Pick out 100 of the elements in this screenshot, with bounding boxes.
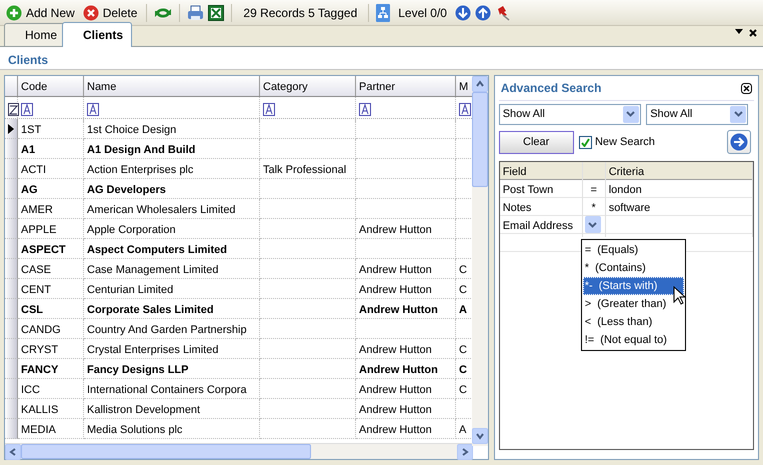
table-cell: Email Address <box>500 216 583 237</box>
table-cell: ASPECT <box>18 239 84 259</box>
table-cell: london <box>608 184 642 196</box>
filter-cell[interactable] <box>84 97 260 122</box>
table-cell: = <box>590 184 597 196</box>
table-cell: Andrew Hutton <box>356 399 456 419</box>
chevron-down-icon <box>626 111 636 118</box>
table-cell: Andrew Hutton <box>356 279 456 299</box>
table-cell: Apple Corporation <box>84 219 260 239</box>
panel-title: Advanced Search <box>500 80 602 97</box>
table-cell: CENT <box>18 279 84 299</box>
chevron-up-icon <box>476 80 484 88</box>
plus-icon <box>6 4 22 20</box>
table-cell: Andrew Hutton <box>356 339 456 359</box>
table-cell: * <box>592 202 596 214</box>
printer-icon[interactable] <box>187 4 204 20</box>
column-header[interactable]: Field <box>502 166 527 178</box>
table-cell: ICC <box>18 379 84 399</box>
check-icon <box>581 138 590 147</box>
table-cell: Andrew Hutton <box>356 359 456 379</box>
column-header[interactable]: Name <box>84 76 260 96</box>
table-cell: CRYST <box>18 339 84 359</box>
filter-cell[interactable] <box>260 97 356 122</box>
table-cell: Corporate Sales Limited <box>84 299 260 319</box>
table-cell: Aspect Computers Limited <box>84 239 260 259</box>
table-cell: International Containers Corpora <box>84 379 260 399</box>
table-cell: Kallistron Development <box>84 399 260 419</box>
clear-button[interactable]: Clear <box>498 130 574 154</box>
text-filter-icon[interactable] <box>87 102 99 116</box>
tab[interactable]: Clients <box>62 22 132 47</box>
filter-cell[interactable] <box>356 97 456 122</box>
column-header[interactable]: Code <box>18 76 84 96</box>
table-cell: Case Management Limited <box>84 259 260 279</box>
table-cell: 1st Choice Design <box>84 119 260 139</box>
table-cell: A1 <box>18 139 84 159</box>
scroll-down-button[interactable] <box>472 428 488 444</box>
filter-cell[interactable] <box>18 97 84 122</box>
table-cell: AG Developers <box>84 179 260 199</box>
table-cell: KALLIS <box>18 399 84 419</box>
arrow-down-icon[interactable] <box>454 4 471 20</box>
table-cell: MEDIA <box>18 419 84 439</box>
text-filter-icon[interactable] <box>459 102 471 116</box>
table-cell: Media Solutions plc <box>84 419 260 439</box>
table-cell: A1 Design And Build <box>84 139 260 159</box>
cross-icon <box>82 4 99 20</box>
page-title: Clients <box>0 47 763 70</box>
vertical-scrollbar-thumb[interactable] <box>472 92 488 187</box>
checkbox-label: New Search <box>594 135 655 150</box>
text-filter-icon[interactable] <box>263 102 275 116</box>
spreadsheet-icon[interactable] <box>208 4 224 20</box>
table-cell: CANDG <box>18 319 84 339</box>
column-header[interactable]: Criteria <box>608 166 644 178</box>
table-cell: AG <box>18 179 84 199</box>
horizontal-scrollbar-thumb[interactable] <box>21 444 311 459</box>
menu-item[interactable]: *- (Starts with) <box>582 277 684 295</box>
table-cell: ACTI <box>18 159 84 179</box>
table-cell: Talk Professional <box>260 159 356 179</box>
table-cell: Country And Garden Partnership <box>84 319 260 339</box>
chevron-right-icon <box>461 448 469 456</box>
chevron-down-icon <box>588 222 598 228</box>
refresh-icon[interactable] <box>154 6 172 20</box>
level-indicator: Level 0/0 <box>397 4 448 22</box>
dropdown[interactable]: Show All <box>498 104 641 125</box>
operator-dropdown-button[interactable] <box>584 216 601 234</box>
row-pointer-icon <box>8 124 14 134</box>
table-cell: CSL <box>18 299 84 319</box>
dropdown[interactable]: Show All <box>646 104 748 125</box>
column-header[interactable]: Partner <box>356 76 456 96</box>
column-header[interactable]: Category <box>260 76 356 96</box>
table-cell: 1ST <box>18 119 84 139</box>
table-cell: CASE <box>18 259 84 279</box>
close-icon[interactable] <box>741 82 752 94</box>
table-cell: AMER <box>18 199 84 219</box>
table-cell: Andrew Hutton <box>356 259 456 279</box>
chevron-down-icon <box>476 432 484 440</box>
filter-clear-icon[interactable] <box>8 102 19 116</box>
table-cell: APPLE <box>18 219 84 239</box>
table-cell: Crystal Enterprises Limited <box>84 339 260 359</box>
table-cell: Andrew Hutton <box>356 219 456 239</box>
table-cell: Centurian Limited <box>84 279 260 299</box>
table-cell: American Wholesalers Limited <box>84 199 260 219</box>
table-cell: Andrew Hutton <box>356 299 456 319</box>
text-filter-icon[interactable] <box>21 102 33 116</box>
checkbox[interactable] <box>579 136 592 149</box>
arrow-right-icon <box>730 133 748 152</box>
close-icon[interactable] <box>749 29 757 37</box>
table-cell: Andrew Hutton <box>356 419 456 439</box>
hierarchy-icon[interactable] <box>376 4 390 22</box>
table-cell: software <box>608 202 650 214</box>
scroll-up-button[interactable] <box>472 76 488 92</box>
scroll-right-button[interactable] <box>457 444 473 460</box>
text-filter-icon[interactable] <box>359 102 371 116</box>
table-cell: Notes <box>500 198 583 219</box>
dropdown-arrow-icon[interactable] <box>735 29 743 35</box>
table-cell: Andrew Hutton <box>356 379 456 399</box>
row-selector[interactable] <box>5 119 18 139</box>
go-button[interactable] <box>727 130 751 154</box>
scroll-left-button[interactable] <box>5 444 21 460</box>
arrow-up-icon[interactable] <box>474 4 491 20</box>
table-cell: Post Town <box>500 180 583 201</box>
